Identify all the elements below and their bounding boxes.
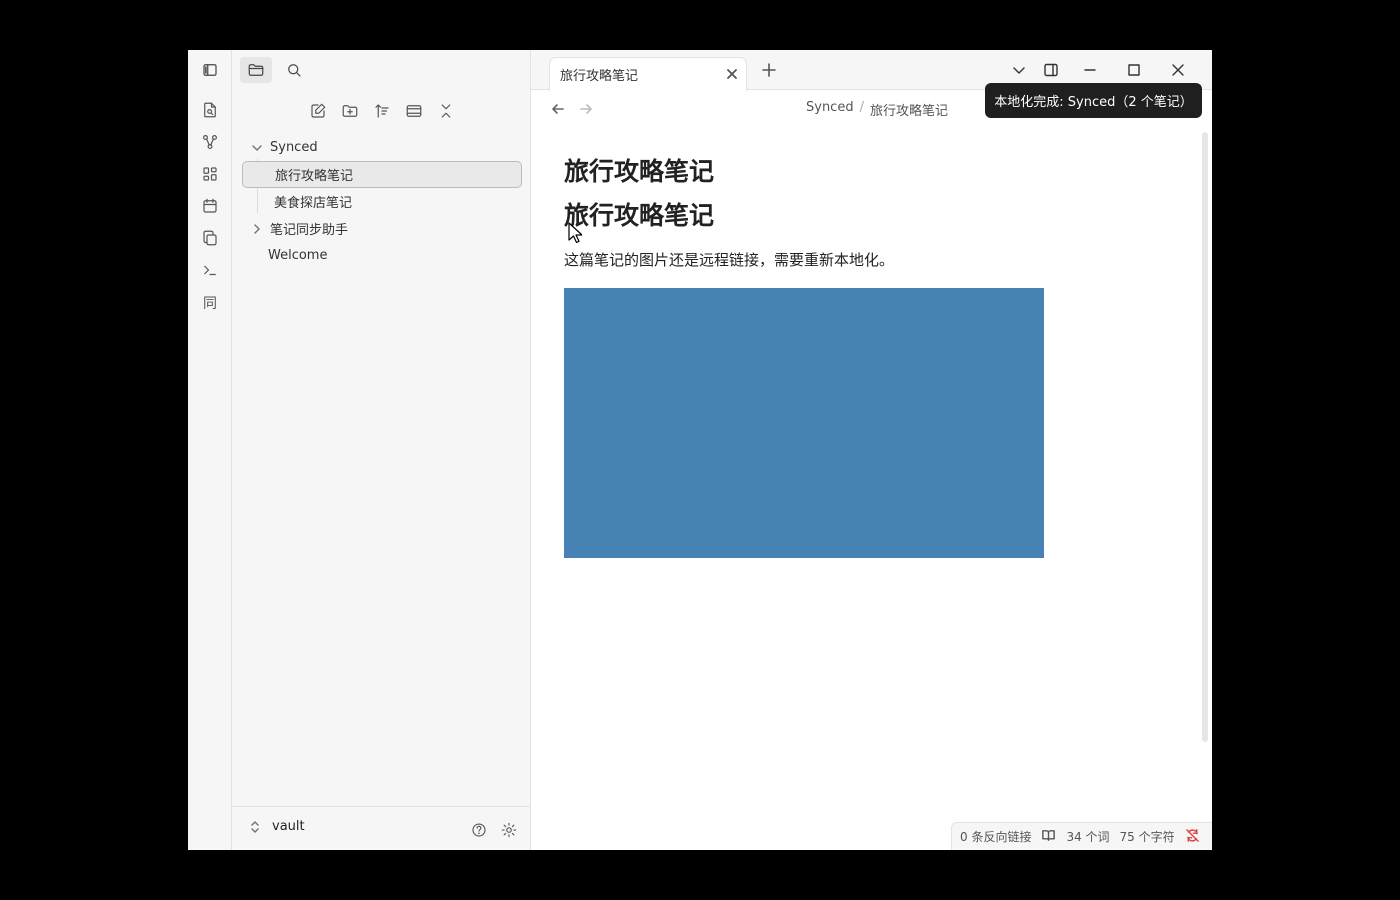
- maximize-button[interactable]: [1123, 60, 1145, 80]
- help-icon: [472, 823, 486, 837]
- backlinks-count[interactable]: 0 条反向链接: [960, 828, 1031, 845]
- tab-travel-note[interactable]: 旅行攻略笔记: [549, 57, 747, 91]
- vault-name: vault: [272, 819, 305, 834]
- new-folder-button[interactable]: [338, 99, 362, 123]
- breadcrumb-folder[interactable]: Synced: [806, 100, 854, 119]
- forward-button[interactable]: [577, 100, 595, 118]
- sync-plugin-label: 同: [203, 296, 217, 312]
- breadcrumb-separator: /: [859, 100, 864, 115]
- mouse-cursor-icon: [568, 222, 582, 244]
- note-content[interactable]: 旅行攻略笔记 旅行攻略笔记 这篇笔记的图片还是远程链接，需要重新本地化。: [564, 150, 1164, 558]
- help-button[interactable]: [469, 820, 489, 840]
- tab-label: 旅行攻略笔记: [560, 69, 639, 84]
- tree-file-food[interactable]: 美食探店笔记: [274, 188, 520, 215]
- status-bar: 0 条反向链接 34 个词 75 个字符: [951, 822, 1212, 850]
- vault-switcher[interactable]: vault: [248, 819, 305, 834]
- left-sidebar: Synced 旅行攻略笔记 美食探店笔记 笔记同步助手 Welcome vaul…: [232, 50, 531, 850]
- tree-item-label: 美食探店笔记: [274, 196, 353, 211]
- chevrons-updown-icon: [251, 820, 259, 833]
- chevron-down-icon: [1013, 67, 1025, 74]
- collapse-icon: [441, 104, 451, 118]
- gear-icon: [501, 822, 517, 838]
- file-explorer-actions: [232, 94, 531, 128]
- tab-list-button[interactable]: [1008, 60, 1030, 80]
- note-image: [564, 288, 1044, 558]
- tree-item-label: Welcome: [268, 248, 328, 263]
- collapse-all-button[interactable]: [434, 99, 458, 123]
- note-paragraph: 这篇笔记的图片还是远程链接，需要重新本地化。: [564, 251, 895, 269]
- search-tab-button[interactable]: [278, 57, 310, 83]
- tree-item-label: Synced: [270, 140, 318, 155]
- char-count: 75 个字符: [1119, 830, 1175, 844]
- sync-status-icon[interactable]: [1185, 828, 1200, 846]
- tree-item-label: 旅行攻略笔记: [275, 169, 354, 184]
- note-heading-2: 旅行攻略笔记: [564, 201, 715, 230]
- ribbon: 同: [188, 50, 232, 850]
- tree-file-welcome[interactable]: Welcome: [268, 242, 520, 269]
- minimize-button[interactable]: [1079, 60, 1101, 80]
- breadcrumb-file[interactable]: 旅行攻略笔记: [870, 100, 948, 119]
- word-count: 34 个词: [1066, 830, 1110, 844]
- sidebar-header: [232, 50, 531, 90]
- toggle-right-sidebar-button[interactable]: [1040, 60, 1062, 80]
- minimize-icon: [1084, 69, 1096, 71]
- auto-reveal-button[interactable]: [402, 99, 426, 123]
- sidebar-toggle-button[interactable]: [194, 57, 226, 83]
- arrow-left-icon: [552, 104, 564, 114]
- tree-folder-synced[interactable]: Synced: [250, 134, 520, 161]
- sync-plugin-icon[interactable]: 同: [198, 291, 222, 315]
- edit-icon: [311, 103, 326, 118]
- right-sidebar-icon: [1044, 63, 1058, 77]
- close-window-button[interactable]: [1167, 60, 1189, 80]
- editor-scrollbar[interactable]: [1202, 132, 1208, 742]
- sidebar-footer: vault: [232, 806, 531, 850]
- notice-text: 本地化完成: Synced（2 个笔记）: [994, 95, 1193, 110]
- folder-plus-icon: [342, 105, 358, 117]
- search-icon: [288, 64, 301, 77]
- graph-icon[interactable]: [198, 130, 222, 154]
- sort-icon: [375, 104, 389, 118]
- back-button[interactable]: [549, 100, 567, 118]
- folder-icon: [248, 64, 264, 76]
- main-pane: 旅行攻略笔记 Synced / 旅行攻略笔记 旅行攻略笔记 旅行攻略笔记 这篇笔…: [531, 50, 1212, 850]
- plus-icon: [762, 63, 776, 77]
- close-icon: [1172, 64, 1184, 76]
- canvas-grid-icon[interactable]: [198, 162, 222, 186]
- tree-item-label: 笔记同步助手: [270, 223, 349, 238]
- tree-folder-sync-helper[interactable]: 笔记同步助手: [250, 215, 520, 242]
- maximize-icon: [1128, 64, 1140, 76]
- reading-mode-icon[interactable]: [1041, 828, 1056, 846]
- calendar-icon[interactable]: [198, 194, 222, 218]
- tree-file-travel[interactable]: 旅行攻略笔记: [242, 161, 522, 188]
- file-search-icon[interactable]: [198, 98, 222, 122]
- breadcrumb: Synced / 旅行攻略笔记: [806, 100, 948, 119]
- chevron-right-icon: [250, 222, 264, 236]
- chevron-down-icon: [250, 141, 264, 155]
- settings-button[interactable]: [499, 820, 519, 840]
- note-heading-1: 旅行攻略笔记: [564, 157, 715, 186]
- copy-icon[interactable]: [198, 226, 222, 250]
- new-tab-button[interactable]: [759, 60, 779, 80]
- files-tab-button[interactable]: [240, 57, 272, 83]
- notice-tooltip: 本地化完成: Synced（2 个笔记）: [985, 83, 1202, 118]
- close-icon[interactable]: [724, 66, 740, 82]
- sidebar-toggle-icon: [203, 64, 217, 76]
- app-window: 同 Synced 旅行攻略笔记 美食探店笔记 笔记同步助手 Welcome va…: [188, 50, 1212, 850]
- new-note-button[interactable]: [306, 99, 330, 123]
- sort-button[interactable]: [370, 99, 394, 123]
- reveal-icon: [406, 105, 422, 117]
- arrow-right-icon: [580, 104, 592, 114]
- terminal-icon[interactable]: [198, 258, 222, 282]
